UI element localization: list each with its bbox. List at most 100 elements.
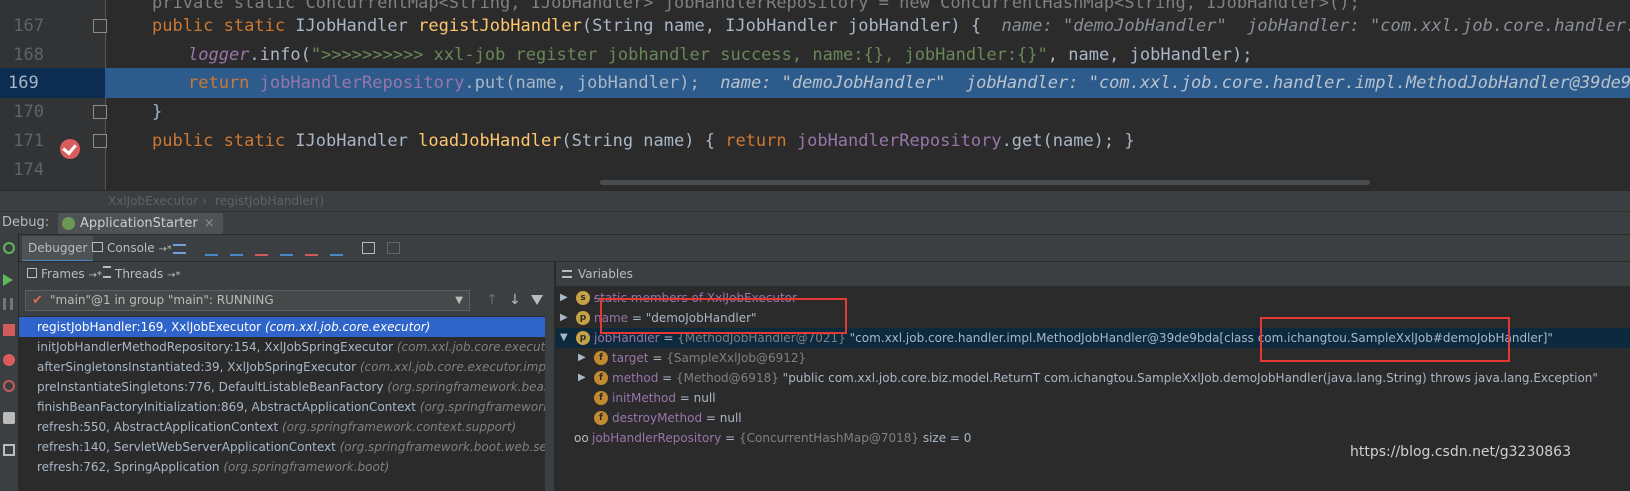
pin-arrow-icon: →* — [158, 244, 172, 255]
debug-tool-window-title: Debug: ApplicationStarter × — [0, 211, 1630, 234]
brace: } — [1124, 131, 1135, 151]
stop-icon[interactable] — [3, 324, 15, 336]
debug-session-label: ApplicationStarter — [80, 216, 198, 231]
method-name: registJobHandler — [418, 16, 582, 36]
code-text: public static IJobHandler registJobHandl… — [152, 11, 1630, 41]
equals: = — [658, 371, 677, 385]
layout-icon[interactable] — [3, 444, 15, 456]
evaluate-expression-icon[interactable] — [362, 242, 375, 254]
code-text: logger.info(">>>>>>>>>> xxl-job register… — [188, 40, 1252, 70]
frame-item[interactable]: refresh:140, ServletWebServerApplication… — [19, 437, 554, 457]
debug-side-toolbar — [0, 234, 19, 491]
frame-package: (org.springframework.beans.factory — [387, 380, 554, 394]
chevron-down-icon: ▼ — [455, 295, 463, 306]
filter-icon[interactable] — [531, 295, 543, 305]
variable-text: jobHandlerRepository = {ConcurrentHashMa… — [592, 428, 971, 448]
equals: = — [675, 391, 694, 405]
inline-debug-value: name: "demoJobHandler" jobHandler: "com.… — [1001, 16, 1630, 36]
step-out-icon[interactable] — [280, 242, 293, 256]
tab-frames[interactable]: Frames →* — [27, 262, 102, 288]
variable-row[interactable]: ▶ f method = {Method@6918} "public com.x… — [556, 368, 1630, 388]
variable-value: "public com.xxl.job.core.biz.model.Retur… — [778, 371, 1598, 385]
keyword: return — [725, 131, 797, 151]
tab-debugger[interactable]: Debugger — [22, 236, 94, 262]
frame-item[interactable]: afterSingletonsInstantiated:39, XxlJobSp… — [19, 357, 554, 377]
thread-select[interactable]: ✔ "main"@1 in group "main": RUNNING ▼ — [25, 290, 470, 311]
fold-icon[interactable] — [93, 105, 107, 119]
variable-row[interactable]: f destroyMethod = null — [556, 408, 1630, 428]
frames-icon — [27, 268, 37, 278]
breadcrumb-method[interactable]: registJobHandler() — [215, 191, 324, 211]
code-editor[interactable]: private static ConcurrentMap<String, IJo… — [0, 0, 1630, 190]
breadcrumb: XxlJobExecutor › registJobHandler() — [0, 190, 1630, 211]
line-number: 171 — [13, 131, 44, 151]
tab-frames-label: Frames — [41, 267, 85, 281]
drop-frame-icon[interactable] — [305, 242, 318, 256]
trace-icon[interactable] — [387, 242, 400, 254]
step-into-icon[interactable] — [230, 242, 243, 256]
view-breakpoints-icon[interactable] — [3, 354, 15, 366]
fold-icon[interactable] — [93, 19, 107, 33]
params: (String name, IJobHandler jobHandler) { — [581, 16, 982, 36]
menu-icon[interactable] — [173, 244, 186, 254]
variable-type: {Method@6918} — [676, 371, 779, 385]
static-icon: s — [576, 291, 590, 305]
keyword: public static — [152, 16, 296, 36]
frame-item[interactable]: registJobHandler:169, XxlJobExecutor (co… — [19, 317, 554, 337]
breadcrumb-separator: › — [202, 194, 207, 208]
frame-package: (org.springframework.boot) — [223, 460, 390, 474]
frame-item[interactable]: refresh:762, SpringApplication (org.spri… — [19, 457, 554, 477]
tab-console[interactable]: Console →* — [86, 236, 178, 260]
variable-name: initMethod — [612, 391, 676, 405]
code-text: } — [152, 102, 163, 122]
keyword: public static — [152, 131, 296, 151]
step-over-icon[interactable] — [205, 242, 218, 256]
frame-method: refresh:762, SpringApplication — [37, 460, 220, 474]
pause-icon[interactable] — [3, 298, 13, 310]
fold-icon[interactable] — [93, 134, 107, 148]
frame-item[interactable]: initJobHandlerMethodRepository:154, XxlJ… — [19, 337, 554, 357]
variable-name: method — [612, 371, 659, 385]
frame-item[interactable]: refresh:550, AbstractApplicationContext … — [19, 417, 554, 437]
variable-row[interactable]: f initMethod = null — [556, 388, 1630, 408]
arrow-up-icon[interactable]: ↑ — [486, 292, 498, 308]
code-text: public static IJobHandler loadJobHandler… — [152, 126, 1135, 156]
frame-package: (org.springframework.boot.web.servlet.co… — [339, 440, 554, 454]
frames-scrollbar[interactable] — [545, 316, 554, 491]
frame-method: afterSingletonsInstantiated:39, XxlJobSp… — [37, 360, 357, 374]
debug-session-tab[interactable]: ApplicationStarter × — [58, 213, 223, 234]
expand-icon[interactable]: ▶ — [560, 308, 568, 328]
expand-icon[interactable]: ▶ — [578, 348, 586, 368]
code-line: 171 public static IJobHandler loadJobHan… — [0, 126, 1630, 156]
frame-item[interactable]: finishBeanFactoryInitialization:869, Abs… — [19, 397, 554, 417]
force-step-into-icon[interactable] — [255, 242, 268, 256]
collapse-icon[interactable]: ▼ — [560, 328, 568, 348]
breadcrumb-class[interactable]: XxlJobExecutor — [108, 191, 198, 211]
debug-toolbar: Debugger Console →* — [0, 234, 1630, 262]
threads-icon — [103, 266, 111, 278]
code-line: 170 } — [0, 97, 1630, 127]
code-line: 167 public static IJobHandler registJobH… — [0, 11, 1630, 41]
expand-icon[interactable]: ▶ — [560, 288, 568, 308]
close-icon[interactable]: × — [204, 216, 215, 231]
expand-icon[interactable]: ▶ — [578, 368, 586, 388]
field-icon: f — [594, 371, 608, 385]
resume-icon[interactable] — [3, 274, 13, 286]
frames-list: registJobHandler:169, XxlJobExecutor (co… — [19, 316, 554, 491]
frame-item[interactable]: preInstantiateSingletons:776, DefaultLis… — [19, 377, 554, 397]
call: .put(name, jobHandler); — [464, 73, 700, 93]
horizontal-scrollbar[interactable] — [600, 180, 1370, 185]
watch-icon: oo — [574, 431, 589, 445]
camera-icon[interactable] — [3, 412, 15, 424]
frame-method: finishBeanFactoryInitialization:869, Abs… — [37, 400, 416, 414]
type: IJobHandler — [295, 16, 419, 36]
run-to-cursor-icon[interactable] — [330, 242, 343, 256]
field-icon: f — [594, 411, 608, 425]
arrow-down-icon[interactable]: ↓ — [509, 292, 521, 308]
tab-threads[interactable]: Threads →* — [103, 262, 180, 288]
execution-line: 169 return jobHandlerRepository.put(name… — [0, 68, 1630, 159]
variable-text: initMethod = null — [612, 388, 716, 408]
rerun-icon[interactable] — [3, 242, 15, 254]
variables-icon — [562, 270, 572, 278]
mute-breakpoints-icon[interactable] — [3, 380, 15, 392]
